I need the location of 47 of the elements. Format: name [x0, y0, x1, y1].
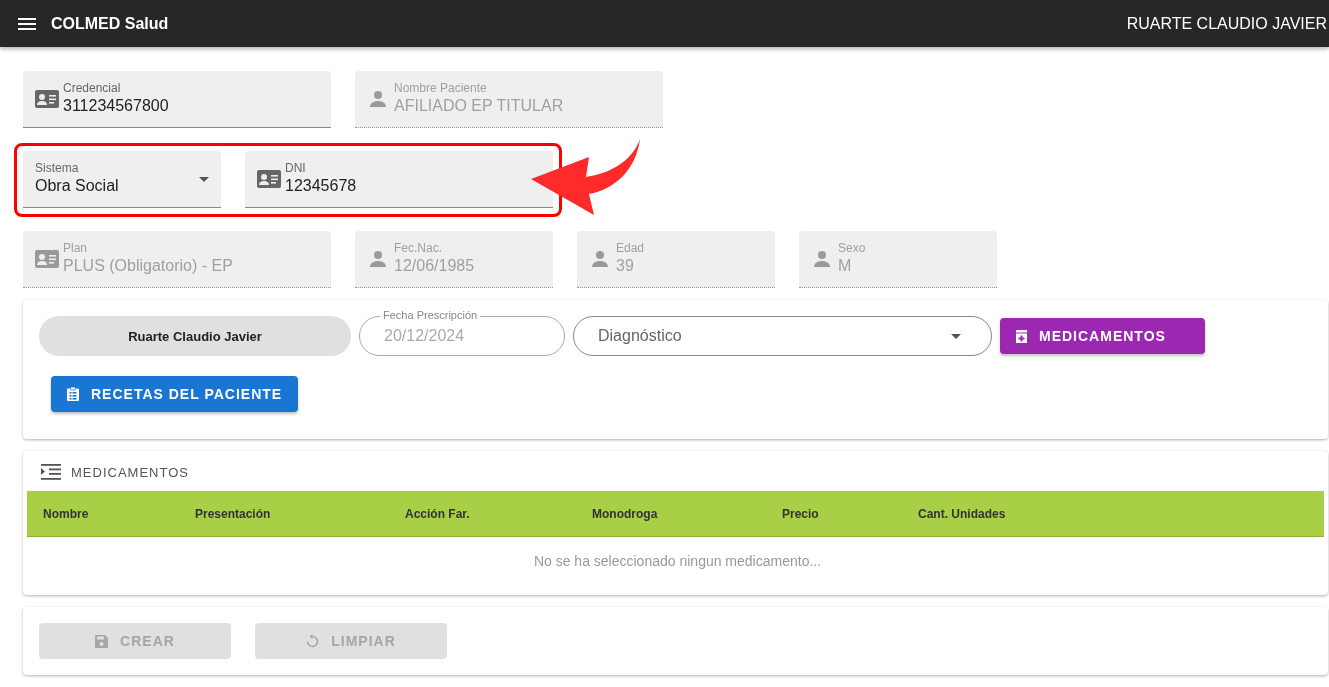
select-field[interactable]: Sistema Obra Social — [23, 151, 221, 208]
empty-table-message: No se ha seleccionado ningun medicamento... — [532, 552, 823, 569]
field-label: Edad — [616, 241, 646, 255]
field-value: 311234567800 — [63, 96, 170, 116]
medicamentos-button[interactable]: MEDICAMENTOS — [1000, 318, 1205, 354]
clipboard-icon — [67, 387, 79, 401]
input-field[interactable]: DNI 12345678 — [245, 151, 553, 208]
list-indent-icon — [41, 464, 61, 480]
field-label: Sistema — [35, 161, 80, 175]
field-value: 12345678 — [285, 176, 358, 196]
column-header: Acción Far. — [405, 506, 471, 521]
person-icon — [370, 91, 386, 107]
column-header: Presentación — [195, 506, 272, 521]
field-label: Sexo — [838, 241, 867, 255]
medicine-box-icon — [1016, 329, 1027, 343]
user-name: RUARTE CLAUDIO JAVIER — [1126, 14, 1327, 33]
patient-prescriptions-button[interactable]: RECETAS DEL PACIENTE — [51, 376, 299, 412]
id-card-icon — [35, 90, 59, 108]
person-icon — [814, 251, 830, 267]
reset-icon — [306, 634, 320, 648]
column-header: Nombre — [43, 506, 90, 521]
column-header: Cant. Unidades — [918, 506, 1007, 521]
field-value: Obra Social — [35, 176, 120, 196]
field-value: 12/06/1985 — [394, 256, 476, 276]
field-value: M — [838, 256, 853, 276]
dropdown-caret-icon — [951, 333, 961, 339]
field-value: AFILIADO EP TITULAR — [394, 96, 565, 116]
field-label: Credencial — [63, 81, 122, 95]
field-value: 39 — [616, 256, 635, 276]
field-label: Nombre Paciente — [394, 81, 488, 95]
field-value: PLUS (Obligatorio) - EP — [63, 256, 234, 276]
column-header: Monodroga — [592, 506, 659, 521]
id-card-icon — [35, 250, 59, 268]
doctor-chip: Ruarte Claudio Javier — [39, 316, 351, 356]
person-icon — [370, 251, 386, 267]
section-title: MEDICAMENTOS — [71, 464, 189, 480]
input-field[interactable]: Credencial 311234567800 — [23, 71, 331, 128]
app-title: COLMED Salud — [51, 14, 169, 33]
field-label: Plan — [63, 241, 89, 255]
menu-icon[interactable] — [18, 17, 36, 30]
person-icon — [592, 251, 608, 267]
save-icon — [95, 634, 109, 648]
field-label: DNI — [285, 161, 307, 175]
id-card-icon — [257, 170, 281, 188]
dropdown-caret-icon — [199, 176, 209, 182]
column-header: Precio — [782, 506, 820, 521]
field-label: Fec.Nac. — [394, 241, 443, 255]
